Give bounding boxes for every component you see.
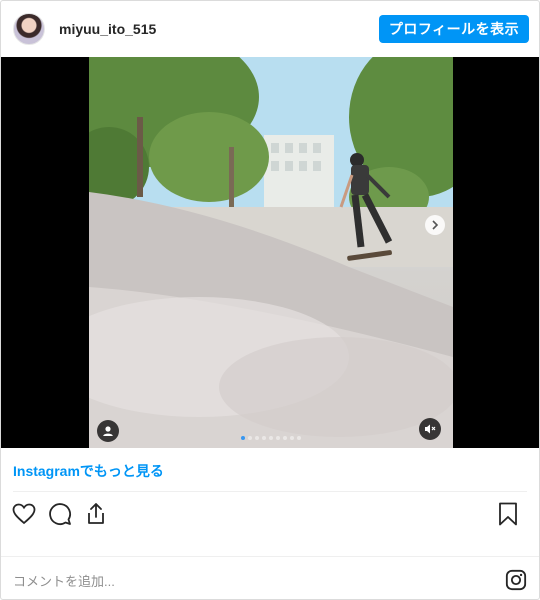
comment-icon: [49, 503, 71, 525]
carousel-dot: [262, 436, 266, 440]
username[interactable]: miyuu_ito_515: [59, 21, 156, 37]
carousel-dot: [276, 436, 280, 440]
divider: [13, 491, 527, 492]
share-icon: [88, 503, 104, 524]
like-button[interactable]: [11, 501, 37, 527]
carousel-dot: [255, 436, 259, 440]
media-area: [1, 57, 539, 448]
carousel-indicator: [89, 436, 453, 440]
carousel-dot: [297, 436, 301, 440]
muted-speaker-icon: [425, 424, 436, 434]
carousel-dot: [248, 436, 252, 440]
avatar[interactable]: [13, 13, 45, 45]
chevron-right-icon: [432, 220, 439, 230]
instagram-embed-card: miyuu_ito_515 プロフィールを表示 Instagramでもっと見る …: [0, 0, 540, 600]
carousel-dot: [290, 436, 294, 440]
post-header: miyuu_ito_515 プロフィールを表示: [1, 1, 539, 57]
carousel-dot: [283, 436, 287, 440]
save-button[interactable]: [495, 501, 521, 527]
video-frame: [89, 57, 453, 448]
heart-icon: [12, 503, 36, 525]
share-button[interactable]: [83, 501, 109, 527]
mute-toggle-button[interactable]: [419, 418, 441, 440]
carousel-dot: [241, 436, 245, 440]
view-profile-button[interactable]: プロフィールを表示: [379, 15, 529, 43]
bookmark-icon: [499, 502, 517, 526]
view-more-on-instagram-link[interactable]: Instagramでもっと見る: [13, 461, 164, 481]
add-comment-input[interactable]: コメントを追加...: [13, 571, 115, 590]
instagram-logo-icon[interactable]: [505, 569, 527, 591]
action-bar: [11, 499, 531, 529]
video-player[interactable]: [89, 57, 453, 448]
comment-button[interactable]: [47, 501, 73, 527]
carousel-dot: [269, 436, 273, 440]
next-slide-button[interactable]: [425, 215, 445, 235]
divider: [1, 556, 539, 557]
